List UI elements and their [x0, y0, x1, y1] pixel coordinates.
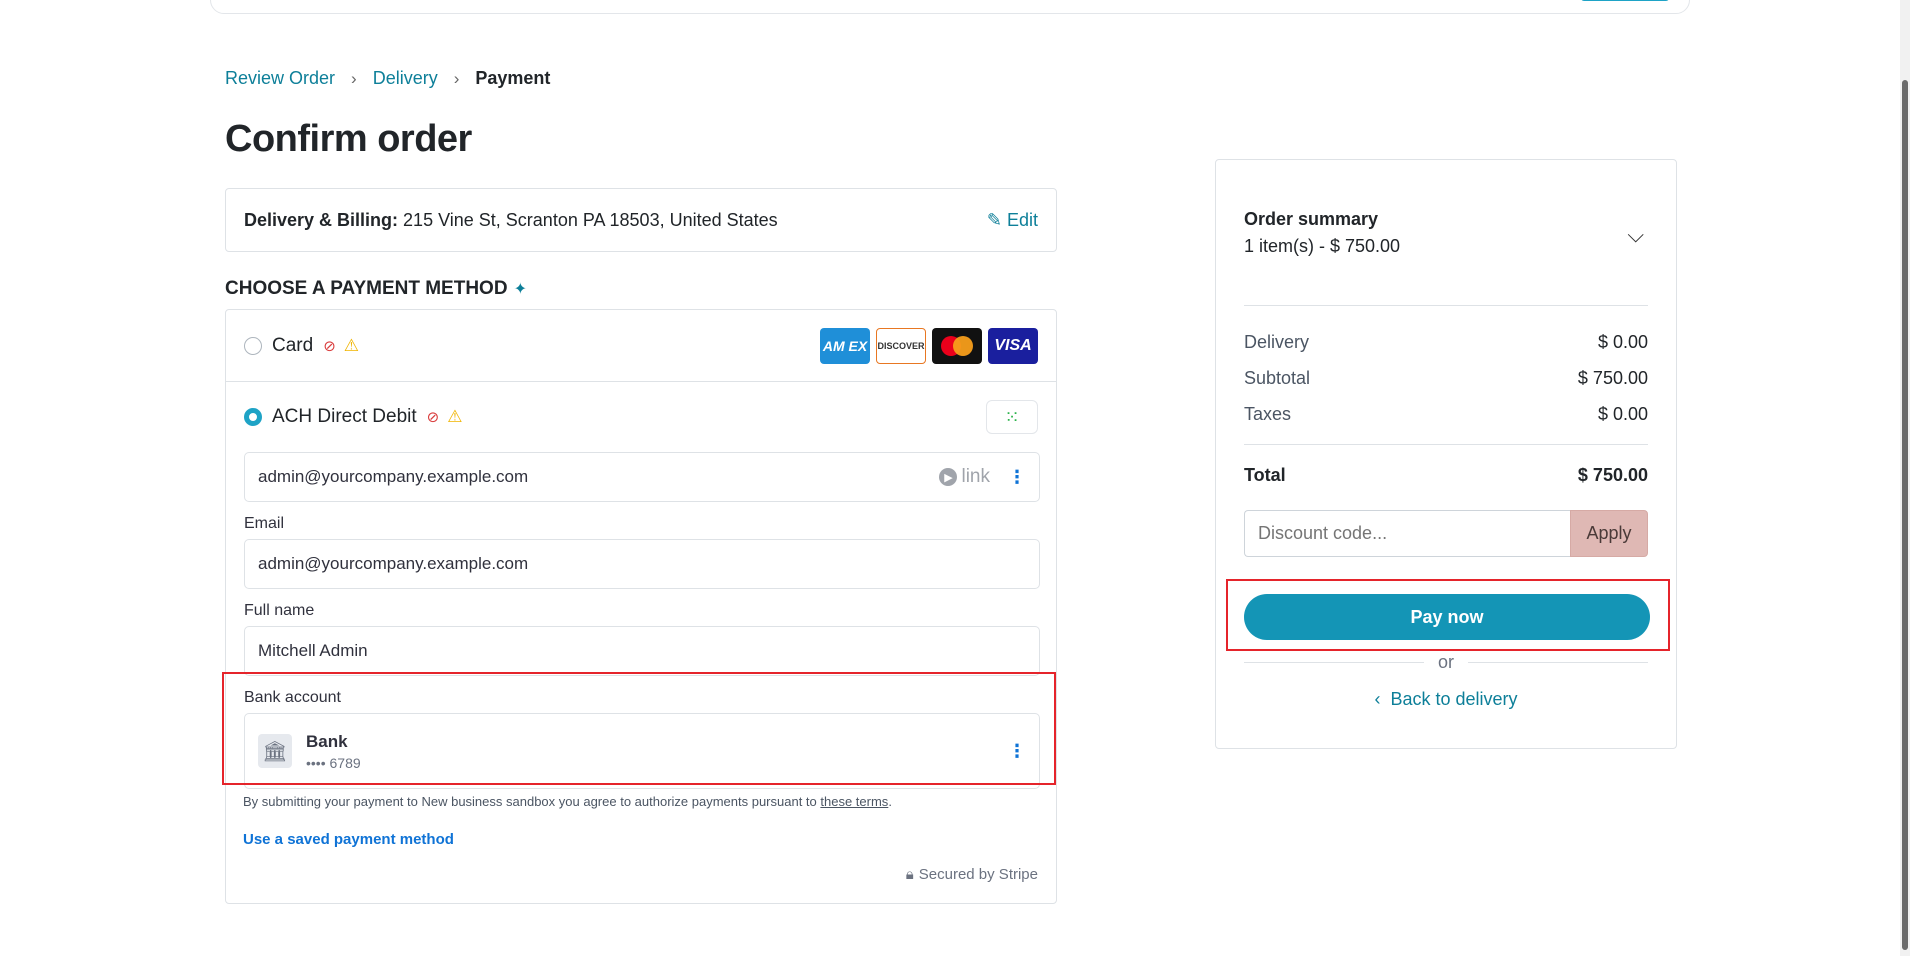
- summary-line-value: $ 0.00: [1597, 403, 1648, 424]
- payment-option-card[interactable]: Card ⊘ ⚠ AM EX DISCOVER VISA: [226, 310, 1056, 382]
- visa-logo: VISA: [988, 327, 1038, 364]
- chevron-down-icon[interactable]: ⌵: [1627, 222, 1644, 248]
- summary-line-value: $ 0.00: [1597, 331, 1648, 352]
- edit-address-button[interactable]: ✎ Edit: [987, 210, 1038, 231]
- secured-by-stripe: 🔒︎ Secured by Stripe: [906, 866, 1038, 883]
- link-email-field[interactable]: admin@yourcompany.example.com ▶ link ⋮: [244, 452, 1040, 502]
- chevron-right-icon: ›: [453, 68, 460, 88]
- pay-now-highlight: [1226, 579, 1670, 651]
- link-badge-text: link: [961, 466, 990, 487]
- email-field[interactable]: admin@yourcompany.example.com: [244, 539, 1040, 589]
- payment-method-heading-text: CHOOSE A PAYMENT METHOD: [225, 278, 508, 299]
- lock-icon: 🔒︎: [905, 866, 914, 883]
- summary-total: Total $ 750.00: [1244, 465, 1648, 486]
- eye-slash-icon: ⊘: [323, 337, 336, 355]
- scrollbar[interactable]: [1900, 0, 1910, 956]
- back-to-delivery-link[interactable]: ‹ Back to delivery: [1244, 689, 1648, 710]
- email-label: Email: [244, 515, 285, 532]
- total-label: Total: [1244, 465, 1286, 485]
- summary-lines: Delivery $ 0.00 Subtotal $ 750.00 Taxes …: [1244, 306, 1648, 445]
- terms-text: By submitting your payment to New busine…: [243, 794, 892, 809]
- summary-line-value: $ 750.00: [1577, 367, 1648, 388]
- mastercard-logo: [932, 327, 982, 364]
- pencil-icon: ✎: [986, 209, 1002, 230]
- eye-slash-icon: ⊘: [426, 409, 440, 426]
- warning-icon: ⚠: [447, 407, 463, 426]
- link-menu-icon[interactable]: ⋮: [1008, 467, 1026, 488]
- discount-form: Apply: [1244, 510, 1648, 557]
- order-summary-panel: Order summary 1 item(s) - $ 750.00 ⌵ Del…: [1215, 159, 1677, 749]
- breadcrumb-delivery[interactable]: Delivery: [373, 68, 438, 89]
- summary-line-label: Delivery: [1244, 331, 1310, 352]
- ach-label: ACH Direct Debit: [272, 406, 417, 427]
- full-name-label: Full name: [244, 602, 315, 619]
- delivery-billing-box: Delivery & Billing: 215 Vine St, Scranto…: [225, 188, 1057, 252]
- or-divider: or: [1244, 652, 1649, 673]
- page-title: Confirm order: [225, 118, 472, 160]
- breadcrumb-review-order[interactable]: Review Order: [225, 68, 335, 89]
- or-label: or: [1438, 652, 1455, 672]
- card-radio[interactable]: [244, 336, 262, 355]
- card-label: Card: [272, 334, 314, 356]
- terms-sentence: By submitting your payment to New busine…: [243, 794, 817, 809]
- full-name-field[interactable]: Mitchell Admin: [244, 626, 1040, 676]
- order-summary-title: Order summary: [1244, 209, 1379, 229]
- payment-methods-box: Card ⊘ ⚠ AM EX DISCOVER VISA ACH Direct …: [225, 309, 1057, 904]
- scrollbar-thumb[interactable]: [1902, 80, 1908, 950]
- summary-line-subtotal: Subtotal $ 750.00: [1244, 360, 1648, 396]
- discount-code-input[interactable]: [1244, 510, 1570, 557]
- summary-line-label: Taxes: [1244, 403, 1292, 424]
- ach-radio[interactable]: [244, 408, 262, 426]
- discover-logo: DISCOVER: [876, 327, 926, 364]
- order-summary-header[interactable]: Order summary 1 item(s) - $ 750.00 ⌵: [1244, 160, 1648, 306]
- bank-account-highlight: [222, 672, 1056, 785]
- secured-text: Secured by Stripe: [918, 866, 1038, 883]
- chevron-right-icon: ›: [351, 68, 357, 88]
- stripe-ach-icon: ⁙: [986, 400, 1038, 434]
- bug-icon: ✦: [513, 281, 527, 298]
- header-button-edge[interactable]: [1581, 0, 1669, 1]
- amex-logo: AM EX: [820, 327, 870, 364]
- warning-icon: ⚠: [343, 335, 360, 355]
- payment-method-heading: CHOOSE A PAYMENT METHOD ✦: [225, 278, 527, 300]
- link-badge: ▶ link: [939, 466, 990, 488]
- email-value: admin@yourcompany.example.com: [258, 554, 529, 573]
- total-value: $ 750.00: [1577, 465, 1648, 485]
- use-saved-payment-link[interactable]: Use a saved payment method: [243, 831, 454, 848]
- summary-line-delivery: Delivery $ 0.00: [1244, 324, 1648, 360]
- header-bar-edge: [210, 0, 1690, 14]
- summary-line-label: Subtotal: [1244, 367, 1311, 388]
- address-value: 215 Vine St, Scranton PA 18503, United S…: [403, 209, 778, 230]
- address-label: Delivery & Billing:: [244, 209, 399, 230]
- edit-label: Edit: [1006, 209, 1038, 230]
- link-email-value: admin@yourcompany.example.com: [258, 467, 529, 486]
- summary-line-taxes: Taxes $ 0.00: [1244, 396, 1648, 432]
- breadcrumb-payment: Payment: [475, 68, 551, 88]
- breadcrumb: Review Order › Delivery › Payment: [225, 68, 550, 89]
- terms-link[interactable]: these terms: [820, 794, 888, 809]
- back-to-delivery-label: Back to delivery: [1390, 689, 1518, 709]
- card-brand-logos: AM EX DISCOVER VISA: [820, 327, 1038, 364]
- order-summary-items: 1 item(s) - $ 750.00: [1244, 236, 1401, 256]
- full-name-value: Mitchell Admin: [258, 641, 368, 660]
- chevron-left-icon: ‹: [1374, 689, 1381, 709]
- arrow-right-icon: ▶: [939, 468, 958, 486]
- apply-discount-button[interactable]: Apply: [1570, 510, 1648, 557]
